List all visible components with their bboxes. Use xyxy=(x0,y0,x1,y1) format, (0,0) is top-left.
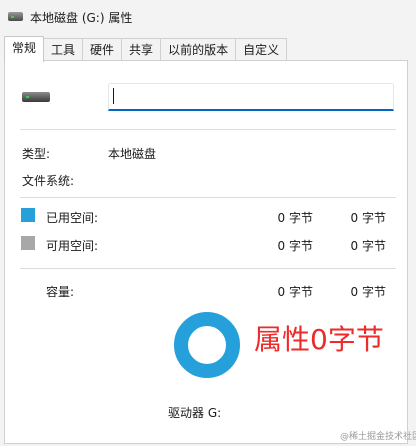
capacity-size: 0 字节 xyxy=(350,285,386,299)
separator xyxy=(20,197,396,198)
usage-donut-chart xyxy=(174,312,240,378)
used-space-label: 已用空间: xyxy=(46,211,99,225)
drive-name-input[interactable] xyxy=(108,83,394,111)
used-space-bytes: 0 字节 xyxy=(277,211,313,225)
tab-hardware[interactable]: 硬件 xyxy=(82,38,123,61)
type-value: 本地磁盘 xyxy=(108,147,157,161)
tab-previous-versions[interactable]: 以前的版本 xyxy=(160,38,237,61)
separator xyxy=(20,129,396,130)
filesystem-label: 文件系统: xyxy=(22,174,75,188)
drive-large-icon xyxy=(22,92,50,102)
free-space-size: 0 字节 xyxy=(350,239,386,253)
free-space-swatch xyxy=(21,236,35,250)
drive-letter-label: 驱动器 G: xyxy=(168,406,222,420)
capacity-label: 容量: xyxy=(46,285,75,299)
donut-ring xyxy=(174,312,240,378)
tab-tools[interactable]: 工具 xyxy=(43,38,84,61)
watermark-text: @稀土掘金技术社区 xyxy=(340,432,416,442)
capacity-bytes: 0 字节 xyxy=(277,285,313,299)
type-label: 类型: xyxy=(22,147,51,161)
free-space-label: 可用空间: xyxy=(46,239,99,253)
tab-bar: 常规 工具 硬件 共享 以前的版本 自定义 xyxy=(4,36,288,62)
title-bar[interactable]: 本地磁盘 (G:) 属性 xyxy=(0,0,416,34)
separator xyxy=(20,268,396,269)
tab-sharing[interactable]: 共享 xyxy=(121,38,162,61)
tab-customize[interactable]: 自定义 xyxy=(235,38,288,61)
properties-window: 本地磁盘 (G:) 属性 常规 工具 硬件 共享 以前的版本 自定义 类型: 本… xyxy=(0,0,416,446)
text-caret xyxy=(113,88,114,104)
used-space-size: 0 字节 xyxy=(350,211,386,225)
tab-general[interactable]: 常规 xyxy=(4,36,45,62)
annotation-text: 属性0字节 xyxy=(254,323,384,356)
drive-icon xyxy=(8,12,23,21)
free-space-bytes: 0 字节 xyxy=(277,239,313,253)
used-space-swatch xyxy=(21,208,35,222)
window-title: 本地磁盘 (G:) 属性 xyxy=(30,11,133,25)
